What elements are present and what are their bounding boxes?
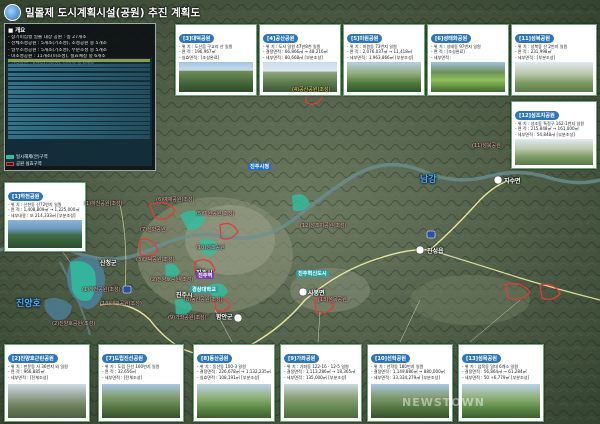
legend-swatch [6,155,14,160]
map-label: (2)진양호공원(조성) [150,277,194,283]
park-photo [179,62,253,92]
map-legend: 일시해제(안)구역 공원 실효구역 [6,154,64,168]
page-title: 밀몰제 도시계획시설(공원) 추진 계획도 [4,3,200,21]
map-label: (9)가좌공원(조성) [168,315,207,321]
park-card-3: [3]대덕공원 - 위 치 : 도산읍 구교리 산 일원 - 면 적 : 196… [175,24,257,96]
page-title-text: 밀몰제 도시계획시설(공원) 추진 계획도 [25,6,201,19]
park-photo [515,62,593,92]
park-card-5: [5]미원공원 - 위 치 : 미원동 73번지 일원 - 면 적 : 2,07… [343,24,425,96]
park-photo [197,384,271,418]
park-card-title: [7]도립진선공원 [102,354,147,363]
station-badge: 진주역 [196,272,215,279]
legend-swatch [6,161,14,166]
park-card-title: [13]섬목공원 [462,354,502,363]
map-label: (13)섬목공원 [318,297,347,303]
town-label: 사봉면 [308,290,325,297]
park-card-8: [8]동산공원 - 위 치 : 동산동 100-3 일원 - 결정면적 : 22… [193,344,275,422]
park-card-1: [1]하천공원 - 위 치 : 산천동 산72번지 일원 - 면 적 : 1,4… [4,182,86,252]
park-card-title: [9]가좌공원 [284,354,320,363]
map-label: (5)미원공원(조성) [196,211,235,217]
map-label: (6)예재공원(조성) [156,197,195,203]
park-card-title: [6]성태화공원 [431,34,472,43]
watermark: NEWSTOWN [402,396,485,409]
park-card-9: [9]가좌공원 - 위 치 : 가좌동 122-16 · 12-5 일원 - 결… [280,344,362,422]
map-label: (2)진양호공원(조성) [52,321,96,327]
map-label: (7)선학공원 [140,227,166,233]
town-label: 함안군 [216,314,233,321]
map-label: (1)하천공원(조성) [84,201,123,207]
map-label: (3)대덕공원(조성) [136,257,175,263]
map-label: (13)대기공원(조성) [100,301,142,307]
park-photo [8,384,86,418]
park-card-title: [3]대덕공원 [179,34,215,43]
park-card-6: [6]성태화공원 - 위 치 : 성태동 97번지 일원 - 면 적 : [조성… [427,24,509,96]
town-label: 지수면 [504,178,521,185]
map-label: (11)성북공원 [472,143,501,149]
map-label: (4)공산공원(조성) [292,87,331,93]
park-photo [515,139,593,165]
park-card-11: [11]성북공원 - 위 치 : 성북동 산 2번지 일원 - 면 적 : 23… [511,24,597,96]
innovation-city-badge: 진주혁신도시 [296,270,329,277]
map-label: (1)하천공원(조성) [82,287,121,293]
park-photo [102,384,180,418]
park-card-7: [7]도립진선공원 - 위 치 : 도립 진선 100번지 일원 - 면 적 :… [98,344,184,422]
statistics-table [6,58,152,166]
map-label: (10)성조공원 [196,245,225,251]
park-card-13: [13]섬목공원 - 위 치 : 섬목동 일대 6개소 일원 - 결정면적 : … [458,344,544,422]
park-card-title: [11]성북공원 [515,34,555,43]
park-card-title: [1]하천공원 [8,192,44,201]
park-card-title: [5]미원공원 [347,34,383,43]
park-card-12: [12]성조지공원 - 위 치 : 성조동 특정구 162-1번지 일원 - 면… [511,101,597,169]
city-logo-icon [4,3,21,21]
river-label: 남강 [420,175,437,185]
summary-heading: ■ 개요 [8,28,26,34]
park-photo [284,384,358,418]
lake-label: 진양호 [16,299,41,309]
town-label: 진성읍 [427,248,444,255]
city-hall-badge: 진주시청 [248,163,272,170]
park-card-title: [8]동산공원 [197,354,233,363]
park-card-title: [10]선학공원 [371,354,411,363]
park-card-title: [12]성조지공원 [515,111,559,120]
park-card-title: [2]진양호근린공원 [8,354,58,363]
map-label: (12)성조지공원(조성) [300,223,347,229]
park-photo [431,62,505,92]
town-label: 산청군 [100,260,117,267]
park-card-2: [2]진양호근린공원 - 위 치 : 판문동 사 36번지 외 일원 - 면 적… [4,344,90,422]
park-card-10: [10]선학공원 - 위 치 : 선학동 180번지 일원 - 결정면적 : 1… [367,344,453,422]
university-badge: 경상대학교 [190,286,218,293]
park-photo [347,62,421,92]
park-card-title: [4]공산공원 [263,34,299,43]
legend-item-expiry: 공원 실효구역 [6,161,64,168]
park-photo [8,220,82,248]
